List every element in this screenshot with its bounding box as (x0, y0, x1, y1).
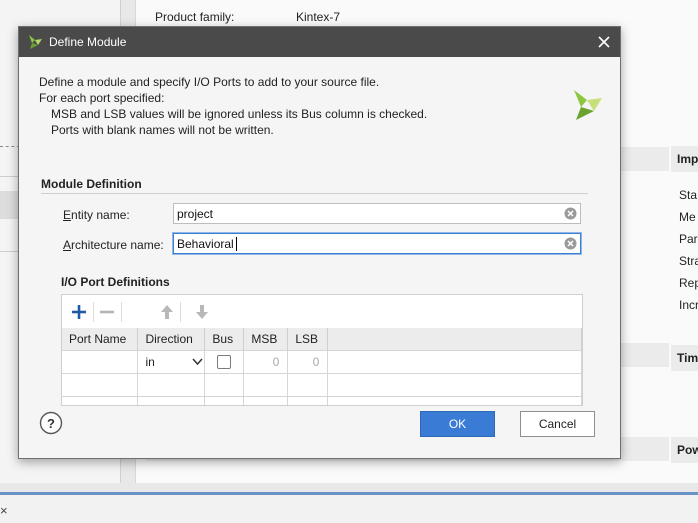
empty-cell[interactable] (243, 373, 289, 397)
ok-button[interactable]: OK (420, 411, 495, 437)
section-header[interactable]: Imp (671, 146, 698, 172)
divider (0, 176, 20, 177)
toolbar-separator (180, 302, 181, 322)
cancel-button[interactable]: Cancel (520, 411, 595, 437)
direction-cell[interactable]: in (137, 350, 206, 374)
table-row[interactable]: in 0 0 (62, 350, 582, 374)
vivado-logo-icon (574, 90, 602, 120)
empty-cell[interactable] (137, 396, 206, 405)
io-port-table: Port Name Direction Bus MSB LSB in 0 0 (62, 328, 582, 405)
plus-icon[interactable] (69, 302, 89, 322)
column-header-filler (327, 328, 582, 351)
column-header-lsb[interactable]: LSB (287, 328, 329, 351)
product-family-row: Product family: Kintex-7 (155, 10, 340, 24)
empty-cell[interactable] (287, 396, 329, 405)
list-item[interactable]: Stra (679, 254, 698, 268)
bus-checkbox[interactable] (217, 355, 232, 369)
dialog-titlebar[interactable]: Define Module (19, 27, 620, 57)
arrow-up-icon[interactable] (157, 302, 177, 322)
io-port-definitions-title: I/O Port Definitions (61, 275, 170, 289)
module-definition-title: Module Definition (41, 177, 142, 191)
list-item[interactable]: Incr (679, 298, 698, 312)
table-row[interactable] (62, 373, 582, 397)
architecture-name-input[interactable] (177, 234, 557, 253)
define-module-dialog: Define Module Define a module and specif… (18, 26, 621, 459)
clear-icon[interactable] (564, 237, 577, 250)
list-item[interactable]: Me (679, 210, 698, 224)
io-port-toolbar (62, 295, 582, 328)
description-line: MSB and LSB values will be ignored unles… (51, 107, 428, 121)
empty-cell[interactable] (243, 396, 289, 405)
help-glyph: ? (47, 416, 55, 431)
arrow-down-icon[interactable] (192, 302, 212, 322)
description-line: Define a module and specify I/O Ports to… (39, 75, 380, 89)
empty-cell[interactable] (204, 373, 245, 397)
architecture-name-field[interactable] (173, 233, 581, 254)
io-port-panel: Port Name Direction Bus MSB LSB in 0 0 (61, 294, 583, 406)
entity-name-field[interactable] (173, 203, 581, 224)
product-family-label: Product family: (155, 10, 235, 24)
filler-cell (327, 373, 582, 397)
column-header-msb[interactable]: MSB (243, 328, 289, 351)
toolbar-separator (93, 302, 94, 322)
minus-icon[interactable] (97, 302, 117, 322)
section-divider (41, 193, 588, 194)
msb-cell[interactable]: 0 (243, 350, 289, 374)
direction-value: in (145, 355, 155, 369)
dialog-title: Define Module (49, 35, 127, 49)
background-right-panel: Imp Sta Me Par Stra Rep Incr Tim Pow (669, 0, 698, 483)
vivado-logo-icon (29, 35, 42, 49)
product-family-value: Kintex-7 (296, 10, 341, 24)
empty-cell[interactable] (62, 396, 139, 405)
close-icon[interactable] (595, 33, 613, 51)
empty-cell[interactable] (287, 373, 329, 397)
close-tab-icon[interactable]: × (0, 503, 8, 518)
filler-cell (327, 350, 582, 374)
entity-name-label: Entity name: (63, 208, 130, 222)
dialog-description: Define a module and specify I/O Ports to… (39, 74, 459, 138)
text-caret (236, 237, 237, 251)
description-line: Ports with blank names will not be writt… (51, 123, 274, 137)
column-header-direction[interactable]: Direction (137, 328, 206, 351)
toolbar-separator (121, 302, 122, 322)
list-item[interactable]: Rep (679, 276, 698, 290)
chevron-down-icon[interactable] (192, 356, 203, 367)
filler-cell (327, 396, 582, 405)
lsb-cell[interactable]: 0 (287, 350, 329, 374)
port-name-cell[interactable] (62, 350, 139, 374)
direction-select[interactable]: in (145, 353, 203, 371)
bus-cell[interactable] (204, 350, 245, 374)
divider (0, 251, 20, 252)
empty-cell[interactable] (204, 396, 245, 405)
empty-cell[interactable] (137, 373, 206, 397)
table-row[interactable] (62, 396, 582, 405)
section-header[interactable]: Tim (671, 345, 698, 371)
column-header-bus[interactable]: Bus (204, 328, 245, 351)
table-header-row: Port Name Direction Bus MSB LSB (62, 328, 582, 351)
column-header-port-name[interactable]: Port Name (62, 328, 139, 351)
entity-name-input[interactable] (177, 204, 557, 223)
dashed-divider (0, 146, 20, 147)
bottom-panel: × (0, 495, 698, 523)
clear-icon[interactable] (564, 207, 577, 220)
description-line: For each port specified: (39, 91, 165, 105)
selected-row[interactable] (0, 191, 18, 219)
list-item[interactable]: Par (679, 232, 698, 246)
help-icon[interactable]: ? (39, 411, 63, 435)
list-item[interactable]: Sta (679, 188, 698, 202)
section-header[interactable]: Pow (671, 437, 698, 463)
architecture-name-label: Architecture name: (63, 238, 164, 252)
empty-cell[interactable] (62, 373, 139, 397)
